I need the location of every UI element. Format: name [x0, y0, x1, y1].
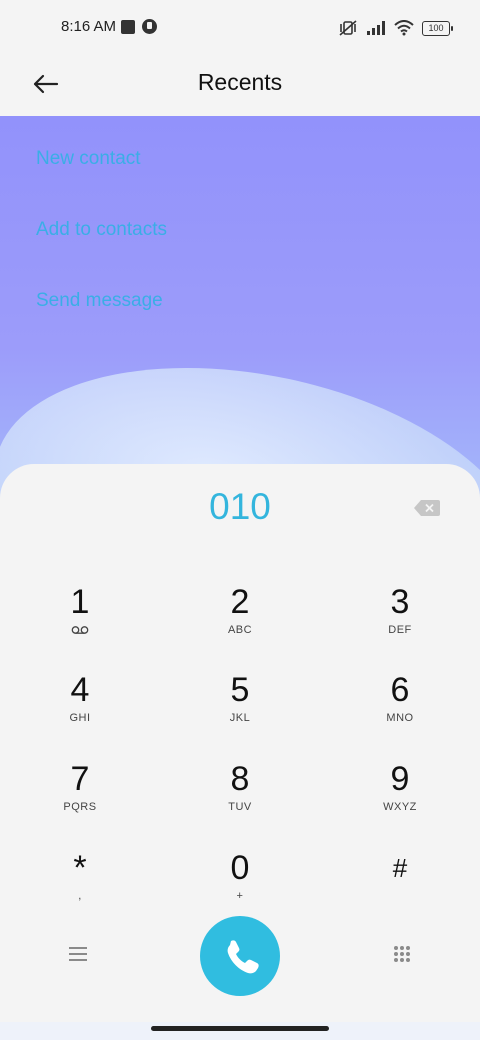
- key-letters: GHI: [69, 712, 91, 724]
- key-digit: #: [392, 853, 408, 883]
- key-6[interactable]: 6 MNO: [330, 670, 470, 750]
- key-digit: 2: [230, 583, 250, 621]
- voicemail-icon: [71, 626, 89, 634]
- status-time: 8:16 AM: [61, 18, 117, 35]
- key-letters: JKL: [229, 712, 251, 724]
- key-digit: *: [73, 849, 87, 887]
- key-letters: ,: [78, 890, 82, 902]
- page-title: Recents: [197, 69, 283, 95]
- key-letters: DEF: [388, 624, 412, 636]
- key-digit: 3: [390, 583, 410, 621]
- key-8[interactable]: 8 TUV: [170, 759, 310, 839]
- backspace-icon[interactable]: [414, 500, 440, 516]
- key-9[interactable]: 9 WXYZ: [330, 759, 470, 839]
- key-5[interactable]: 5 JKL: [170, 670, 310, 750]
- key-letters: ABC: [227, 624, 253, 636]
- key-letters: +: [236, 890, 244, 902]
- add-to-contacts-link[interactable]: Add to contacts: [36, 215, 167, 286]
- key-hash[interactable]: #: [330, 848, 470, 928]
- key-4[interactable]: 4 GHI: [10, 670, 150, 750]
- dialpad-panel: 010 1 2 ABC 3 DEF 4 GHI 5 JKL 6 MNO 7 PQ…: [0, 464, 480, 1022]
- call-button[interactable]: [200, 916, 280, 996]
- send-message-link[interactable]: Send message: [36, 286, 167, 357]
- battery-icon: 100: [422, 20, 453, 36]
- key-letters: WXYZ: [383, 801, 417, 813]
- menu-icon[interactable]: [68, 946, 88, 962]
- key-digit: 1: [70, 583, 90, 621]
- notification-square-icon: [121, 20, 135, 34]
- dialpad-toggle-icon[interactable]: [393, 945, 411, 965]
- notification-app-icon: [142, 19, 157, 34]
- dialed-number: 010: [209, 486, 271, 527]
- key-digit: 7: [70, 760, 90, 798]
- key-2[interactable]: 2 ABC: [170, 582, 310, 662]
- key-digit: 9: [390, 760, 410, 798]
- key-7[interactable]: 7 PQRS: [10, 759, 150, 839]
- wifi-icon: [394, 20, 414, 36]
- key-letters: TUV: [228, 801, 252, 813]
- vibrate-off-icon: [339, 20, 357, 36]
- key-3[interactable]: 3 DEF: [330, 582, 470, 662]
- key-digit: 5: [230, 671, 250, 709]
- number-actions-menu: New contact Add to contacts Send message: [36, 144, 167, 357]
- app-bar: Recents: [0, 56, 480, 116]
- navigation-bar: [0, 1022, 480, 1040]
- key-letters: MNO: [386, 712, 414, 724]
- key-digit: 4: [70, 671, 90, 709]
- key-digit: 8: [230, 760, 250, 798]
- key-digit: 6: [390, 671, 410, 709]
- key-digit: 0: [230, 849, 250, 887]
- key-letters: PQRS: [63, 801, 97, 813]
- phone-icon: [227, 940, 259, 974]
- key-star[interactable]: * ,: [10, 848, 150, 928]
- status-bar: 8:16 AM 100: [0, 0, 480, 56]
- signal-icon: [367, 21, 385, 35]
- new-contact-link[interactable]: New contact: [36, 144, 167, 215]
- home-indicator[interactable]: [151, 1026, 329, 1031]
- key-1[interactable]: 1: [10, 582, 150, 662]
